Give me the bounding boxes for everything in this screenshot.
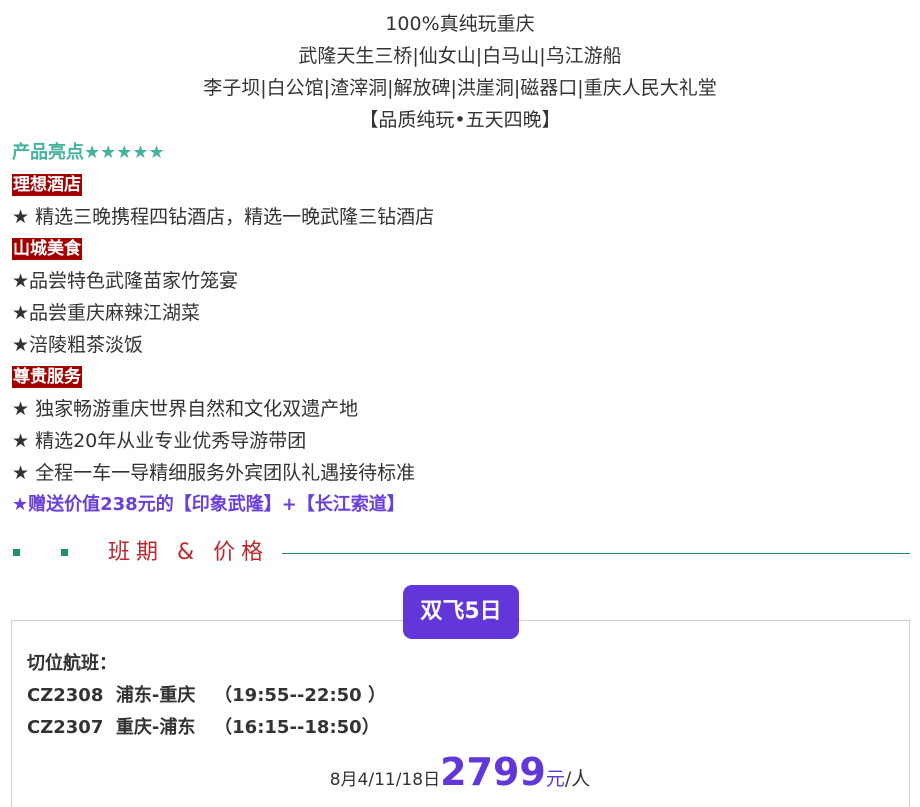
food-tag-row: 山城美食 (12, 233, 920, 265)
service-tag-row: 尊贵服务 (12, 361, 920, 393)
service-item: ★ 精选20年从业专业优秀导游带团 (12, 430, 307, 452)
divider-line (282, 553, 910, 554)
hotel-tag-row: 理想酒店 (12, 169, 920, 201)
food-tag: 山城美食 (12, 238, 82, 260)
flight-row: CZ2307 重庆-浦东 （16:15--18:50） (27, 717, 380, 738)
package-badge: 双飞5日 (403, 585, 519, 639)
price-per: /人 (564, 768, 591, 790)
flights-block: 切位航班： CZ2308 浦东-重庆 （19:55--22:50 ） CZ230… (27, 648, 386, 744)
price-amount: 2799 (440, 750, 546, 794)
title-line-2: 武隆天生三桥|仙女山|白马山|乌江游船 (298, 45, 622, 67)
title-line-1: 100%真纯玩重庆 (385, 13, 535, 35)
title-block: 100%真纯玩重庆 武隆天生三桥|仙女山|白马山|乌江游船 李子坝|白公馆|渣滓… (0, 0, 920, 136)
service-item: ★ 独家畅游重庆世界自然和文化双遗产地 (12, 398, 359, 420)
hotel-tag: 理想酒店 (12, 174, 82, 196)
gift-note: ★赠送价值238元的【印象武隆】+【长江索道】 (12, 494, 405, 515)
flights-label: 切位航班： (27, 653, 117, 674)
food-item: ★品尝重庆麻辣江湖菜 (12, 302, 201, 324)
section-divider: 班期 & 价格 (0, 538, 920, 568)
highlights-section: 产品亮点★★★★★ 理想酒店 ★ 精选三晚携程四钻酒店，精选一晚武隆三钻酒店 山… (0, 137, 920, 521)
price-unit: 元 (545, 768, 565, 790)
title-line-3: 李子坝|白公馆|渣滓洞|解放碑|洪崖洞|磁器口|重庆人民大礼堂 (203, 77, 717, 99)
service-tag: 尊贵服务 (12, 366, 82, 388)
price-dates: 8月4/11/18日 (329, 770, 441, 790)
divider-dot (61, 549, 68, 556)
title-line-4: 【品质纯玩•五天四晚】 (359, 109, 561, 131)
food-item: ★品尝特色武隆苗家竹笼宴 (12, 270, 239, 292)
service-item: ★ 全程一车一导精细服务外宾团队礼遇接待标准 (12, 462, 416, 484)
price-line: 8月4/11/18日2799元/人 (0, 750, 920, 794)
divider-dot (13, 549, 20, 556)
highlights-title: 产品亮点★★★★★ (12, 142, 165, 163)
flight-row: CZ2308 浦东-重庆 （19:55--22:50 ） (27, 685, 386, 706)
food-item: ★涪陵粗茶淡饭 (12, 334, 144, 356)
hotel-item: ★ 精选三晚携程四钻酒店，精选一晚武隆三钻酒店 (12, 206, 435, 228)
section-title: 班期 & 价格 (108, 540, 270, 565)
